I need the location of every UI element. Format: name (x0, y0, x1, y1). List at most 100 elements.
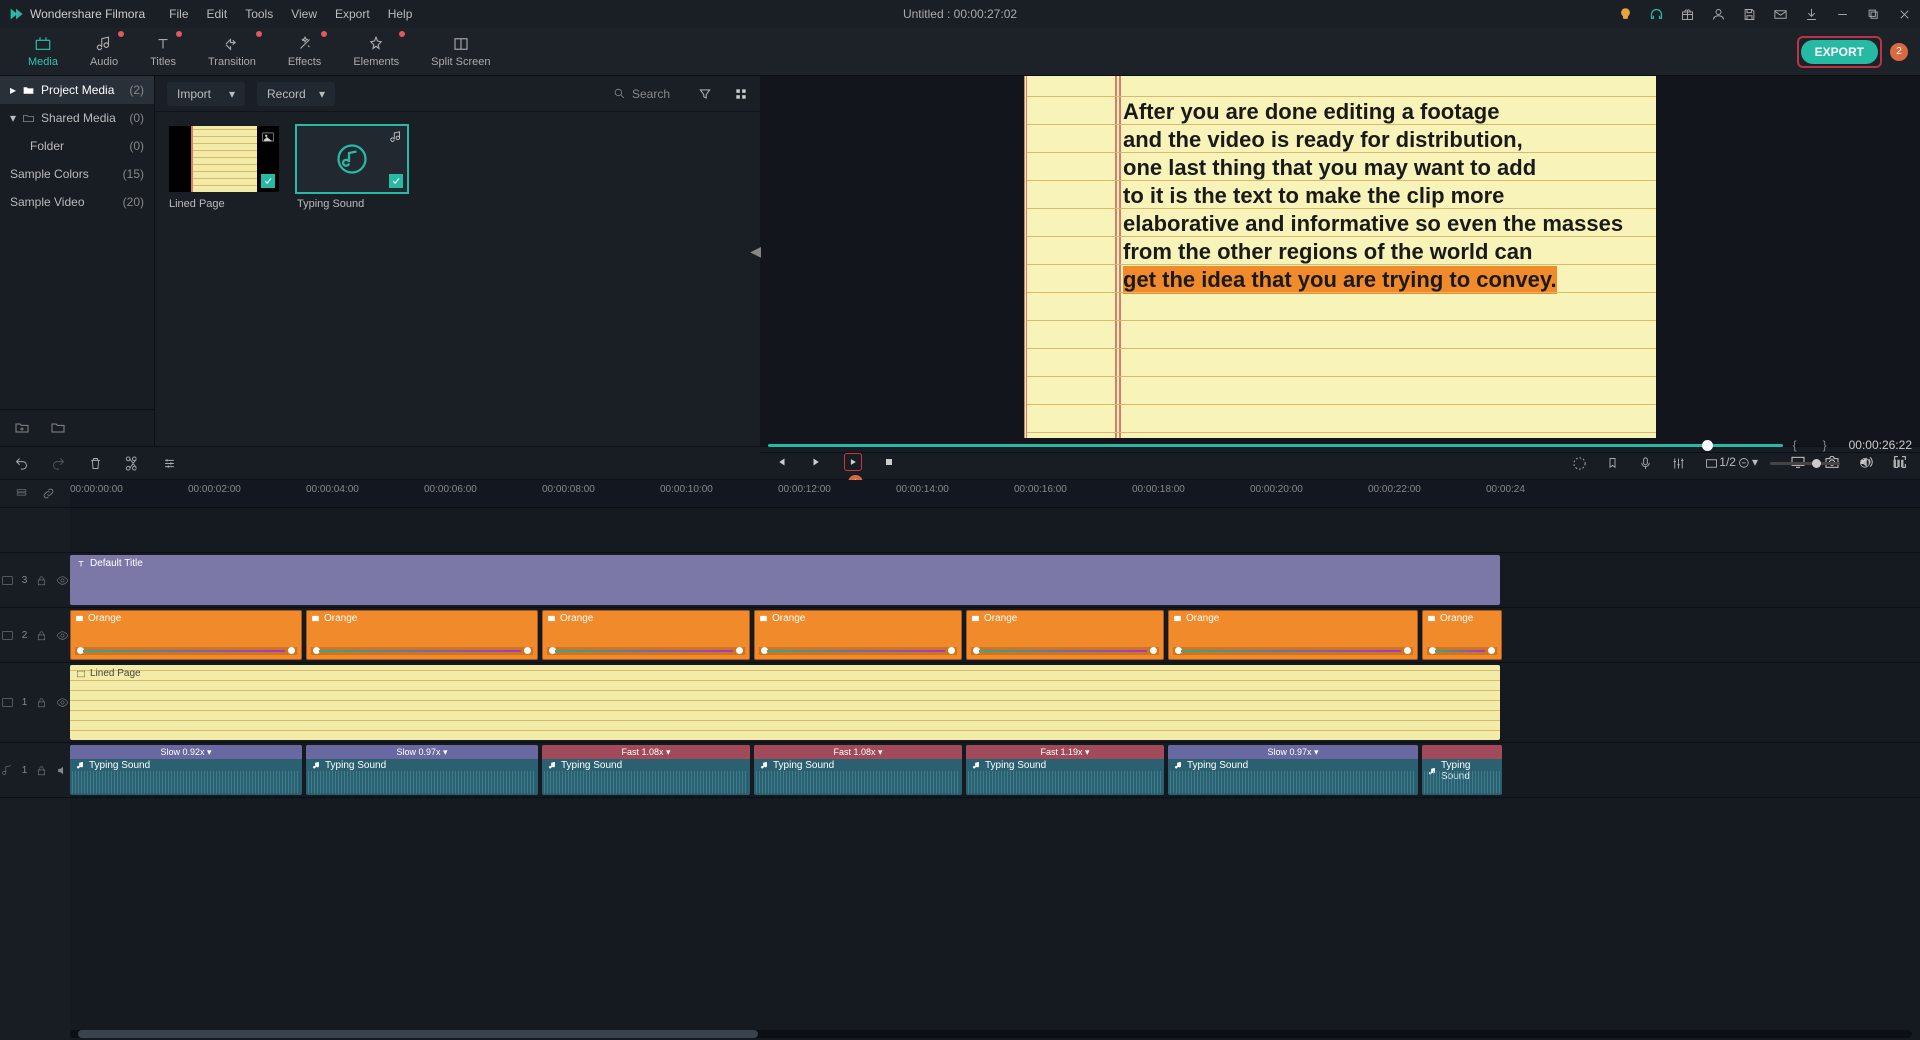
tab-transition[interactable]: Transition (192, 31, 272, 72)
voiceover-icon[interactable] (1638, 456, 1653, 471)
tab-media[interactable]: Media (12, 31, 74, 72)
panel-collapse-handle[interactable]: ◀ (750, 243, 761, 260)
user-icon[interactable] (1711, 7, 1726, 22)
media-row-project[interactable]: ▸ Project Media (2) (0, 76, 154, 104)
mixer-icon[interactable] (1671, 456, 1686, 471)
next-frame-button[interactable] (808, 453, 826, 471)
mail-icon[interactable] (1773, 7, 1788, 22)
play-button[interactable]: 1 (844, 453, 862, 471)
lightbulb-icon[interactable] (1618, 7, 1633, 22)
close-icon[interactable] (1897, 7, 1912, 22)
zoom-in-icon[interactable] (1858, 456, 1873, 471)
menu-edit[interactable]: Edit (207, 7, 228, 21)
import-dropdown[interactable]: Import▾ (167, 82, 245, 106)
eye-icon[interactable] (56, 574, 69, 587)
preview-progress-bar[interactable] (768, 444, 1783, 447)
tab-effects[interactable]: Effects (272, 31, 337, 72)
clip-label: Default Title (90, 558, 143, 569)
zoom-out-icon[interactable] (1737, 456, 1752, 471)
audio-clip-typing-sound[interactable]: Fast 1.08x ▾Typing Sound (542, 745, 750, 795)
audio-clip-typing-sound[interactable]: Fast 1.08x ▾Typing Sound (754, 745, 962, 795)
tab-titles[interactable]: Titles (134, 31, 192, 72)
maximize-icon[interactable] (1866, 7, 1881, 22)
lock-icon[interactable] (35, 696, 48, 709)
audio-clip-typing-sound[interactable]: Slow 0.97x ▾Typing Sound (1168, 745, 1418, 795)
track-audio[interactable]: Slow 0.92x ▾Typing SoundSlow 0.97x ▾Typi… (70, 743, 1920, 798)
video-clip-lined-page[interactable]: Lined Page (70, 665, 1500, 740)
adjust-icon[interactable] (162, 456, 177, 471)
zoom-slider[interactable] (1770, 462, 1840, 465)
tab-splitscreen[interactable]: Split Screen (415, 31, 506, 72)
track-head-title[interactable]: 3 (0, 553, 70, 608)
zoom-fit-icon[interactable] (1891, 456, 1906, 471)
menu-file[interactable]: File (169, 7, 188, 21)
mute-icon[interactable] (56, 764, 69, 777)
lock-icon[interactable] (35, 574, 48, 587)
new-folder-icon[interactable] (14, 420, 30, 436)
timeline: 3 2 1 1 00:00:00:0000:00:02:0000:00:04:0… (0, 480, 1920, 1040)
media-row-shared[interactable]: ▾ Shared Media (0) (0, 104, 154, 132)
audio-clip-typing-sound[interactable]: Typing Sound (1422, 745, 1502, 795)
audio-clip-typing-sound[interactable]: Slow 0.92x ▾Typing Sound (70, 745, 302, 795)
overlay-clip-orange[interactable]: Orange (1422, 610, 1502, 660)
audio-clip-icon (548, 761, 557, 770)
marker-icon[interactable] (1605, 456, 1620, 471)
track-head-audio[interactable]: 1 (0, 743, 70, 798)
minimize-icon[interactable] (1835, 7, 1850, 22)
lock-icon[interactable] (35, 629, 48, 642)
media-item-typing-sound[interactable]: Typing Sound (297, 126, 407, 210)
download-icon[interactable] (1804, 7, 1819, 22)
export-button[interactable]: EXPORT (1797, 36, 1882, 68)
menu-view[interactable]: View (291, 7, 317, 21)
menu-export[interactable]: Export (335, 7, 370, 21)
overlay-clip-orange[interactable]: Orange (1168, 610, 1418, 660)
undo-icon[interactable] (14, 456, 29, 471)
aspect-icon[interactable] (1704, 456, 1719, 471)
render-icon[interactable] (1572, 456, 1587, 471)
split-icon[interactable] (125, 456, 140, 471)
menu-help[interactable]: Help (388, 7, 413, 21)
gift-icon[interactable] (1680, 7, 1695, 22)
menu-tools[interactable]: Tools (245, 7, 273, 21)
timeline-scrollbar[interactable] (70, 1030, 1912, 1038)
track-title[interactable]: Default Title (70, 553, 1920, 608)
prev-frame-button[interactable] (772, 453, 790, 471)
overlay-clip-orange[interactable]: Orange (306, 610, 538, 660)
overlay-clip-orange[interactable]: Orange (966, 610, 1164, 660)
lock-icon[interactable] (35, 764, 48, 777)
record-dropdown[interactable]: Record▾ (257, 82, 335, 106)
tab-elements[interactable]: Elements (337, 31, 415, 72)
tab-audio[interactable]: Audio (74, 31, 134, 72)
track-video[interactable]: Lined Page (70, 663, 1920, 743)
window-title: Untitled : 00:00:27:02 (903, 7, 1017, 21)
media-item-lined-page[interactable]: Lined Page (169, 126, 279, 210)
track-head-overlay[interactable]: 2 (0, 608, 70, 663)
track-manager-icon[interactable] (15, 487, 28, 500)
preview-text-line: and the video is ready for distribution, (1123, 126, 1628, 154)
open-folder-icon[interactable] (50, 420, 66, 436)
audio-clip-typing-sound[interactable]: Slow 0.97x ▾Typing Sound (306, 745, 538, 795)
grid-view-icon[interactable] (734, 87, 748, 101)
track-overlay[interactable]: OrangeOrangeOrangeOrangeOrangeOrangeOran… (70, 608, 1920, 663)
audio-clip-typing-sound[interactable]: Fast 1.19x ▾Typing Sound (966, 745, 1164, 795)
clip-label: Typing Sound (325, 760, 386, 771)
redo-icon[interactable] (51, 456, 66, 471)
title-clip[interactable]: Default Title (70, 555, 1500, 605)
timeline-ruler[interactable]: 00:00:00:0000:00:02:0000:00:04:0000:00:0… (70, 480, 1920, 508)
eye-icon[interactable] (56, 629, 69, 642)
save-icon[interactable] (1742, 7, 1757, 22)
media-row-samplecolors[interactable]: Sample Colors (15) (0, 160, 154, 188)
search-input[interactable]: Search (613, 87, 670, 101)
stop-button[interactable] (880, 453, 898, 471)
filter-icon[interactable] (698, 87, 712, 101)
headphones-icon[interactable] (1649, 7, 1664, 22)
link-icon[interactable] (42, 487, 55, 500)
track-head-video[interactable]: 1 (0, 663, 70, 743)
overlay-clip-orange[interactable]: Orange (542, 610, 750, 660)
overlay-clip-orange[interactable]: Orange (754, 610, 962, 660)
overlay-clip-orange[interactable]: Orange (70, 610, 302, 660)
media-row-folder[interactable]: Folder (0) (0, 132, 154, 160)
eye-icon[interactable] (56, 696, 69, 709)
delete-icon[interactable] (88, 456, 103, 471)
media-row-samplevideo[interactable]: Sample Video (20) (0, 188, 154, 216)
